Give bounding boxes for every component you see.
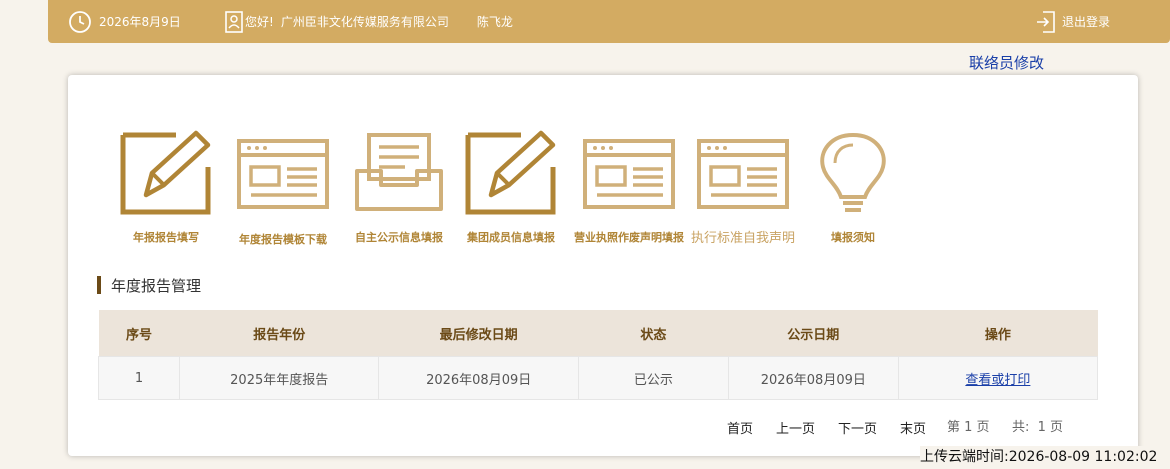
clock-icon [69, 10, 91, 33]
icon-license-void-fill[interactable]: 营业执照作废声明填报 [569, 127, 689, 252]
logout-icon [1037, 10, 1055, 33]
document-template-icon [583, 139, 675, 209]
section-title: 年度报告管理 [97, 275, 201, 295]
user-name: 陈飞龙 [476, 15, 513, 29]
logout-button[interactable]: 退出登录 [1036, 0, 1110, 43]
next-page-link[interactable]: 下一页 [838, 418, 877, 437]
col-modified: 最后修改日期 [378, 310, 579, 357]
current-page-text: 第 1 页 [947, 420, 990, 435]
pagination: 首页 上一页 下一页 末页 第 1 页 共: 1 页 [68, 416, 1138, 437]
user-info: 您好! 广州臣非文化传媒服务有限公司 陈飞龙 [224, 0, 513, 43]
section-marker [97, 276, 101, 294]
icon-group-member-fill[interactable]: 集团成员信息填报 [451, 127, 571, 252]
document-template-icon [237, 139, 329, 209]
cell-status: 已公示 [577, 356, 729, 400]
table-row: 1 2025年年度报告 2026年08月09日 已公示 2026年08月09日 … [98, 356, 1099, 400]
table-header-row: 序号 报告年份 最后修改日期 状态 公示日期 操作 [98, 310, 1098, 357]
col-year: 报告年份 [179, 310, 379, 357]
date-display: 2026年8月9日 [68, 0, 181, 43]
main-card: 年报报告填写 年度报告模板下载 自主公示信息填报 集团成员信息填报 营业执照作废… [68, 75, 1138, 456]
cell-action: 查看或打印 [897, 356, 1099, 400]
col-index: 序号 [98, 310, 180, 357]
logout-label: 退出登录 [1062, 15, 1111, 29]
prev-page-link[interactable]: 上一页 [776, 418, 815, 437]
report-table: 序号 报告年份 最后修改日期 状态 公示日期 操作 1 2025年年度报告 20… [98, 310, 1099, 400]
lightbulb-icon [820, 132, 886, 212]
cell-year: 2025年年度报告 [178, 356, 380, 400]
icon-template-download[interactable]: 年度报告模板下载 [223, 127, 343, 252]
icon-filing-notice[interactable]: 填报须知 [793, 127, 913, 252]
col-published: 公示日期 [728, 310, 899, 357]
cell-published: 2026年08月09日 [727, 356, 899, 400]
document-template-icon [697, 139, 789, 209]
cell-index: 1 [98, 356, 180, 400]
icon-label: 填报须知 [831, 231, 875, 244]
col-status: 状态 [578, 310, 729, 357]
first-page-link[interactable]: 首页 [727, 418, 753, 437]
total-pages-text: 共: 1 页 [1012, 420, 1064, 435]
view-print-link[interactable]: 查看或打印 [965, 373, 1030, 388]
greeting-text: 您好! [245, 15, 274, 29]
user-badge-icon [225, 10, 243, 33]
company-name: 广州臣非文化传媒服务有限公司 [280, 15, 449, 29]
pen-on-paper-icon [465, 130, 556, 215]
modify-contact-link[interactable]: 联络员修改 [969, 52, 1044, 73]
pen-on-paper-icon [120, 130, 211, 215]
top-bar: 2026年8月9日 您好! 广州臣非文化传媒服务有限公司 陈飞龙 退出登录 [48, 0, 1170, 43]
section-title-text: 年度报告管理 [111, 276, 202, 295]
icon-annual-report-fill[interactable]: 年报报告填写 [106, 127, 226, 252]
upload-time: 上传云端时间:2026-08-09 11:02:02 [920, 446, 1158, 466]
last-page-link[interactable]: 末页 [900, 418, 926, 437]
function-icons: 年报报告填写 年度报告模板下载 自主公示信息填报 集团成员信息填报 营业执照作废… [106, 127, 906, 252]
cell-modified: 2026年08月09日 [378, 356, 579, 400]
inbox-tray-icon [355, 133, 443, 211]
col-action: 操作 [898, 310, 1098, 357]
date-text: 2026年8月9日 [99, 15, 181, 29]
